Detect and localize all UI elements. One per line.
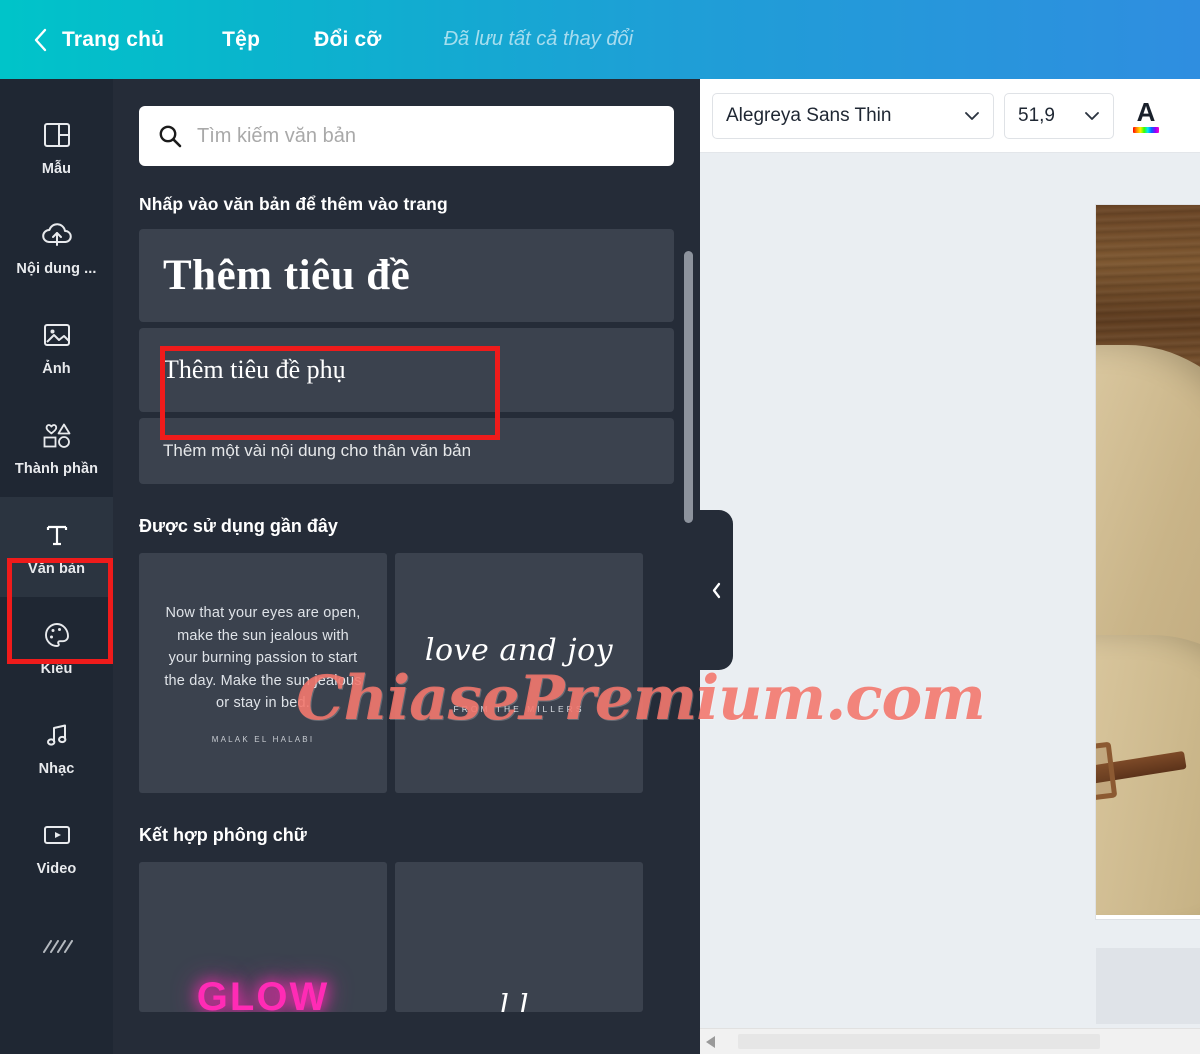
top-bar: Trang chủ Tệp Đổi cỡ Đã lưu tất cả thay … bbox=[0, 0, 1200, 79]
font-family-select[interactable]: Alegreya Sans Thin bbox=[712, 92, 994, 139]
color-gradient-bar bbox=[1133, 126, 1159, 133]
sidebar-item-uploads[interactable]: Nội dung ... bbox=[0, 197, 113, 297]
love-joy-card-text: love and joy bbox=[424, 632, 614, 668]
collapse-panel-button[interactable] bbox=[700, 510, 733, 670]
font-family-value: Alegreya Sans Thin bbox=[726, 104, 892, 126]
font-combo-script-card[interactable]: ll bbox=[395, 862, 643, 1012]
font-combinations-title: Kết hợp phông chữ bbox=[139, 825, 307, 845]
search-icon bbox=[157, 123, 183, 149]
horizontal-scrollbar[interactable] bbox=[700, 1028, 1200, 1054]
background-pattern-icon bbox=[40, 930, 74, 964]
canvas-bag-on-wood-photo[interactable] bbox=[1096, 205, 1200, 915]
recent-love-and-joy-card[interactable]: love and joy FROM THE MILLERS bbox=[395, 553, 643, 793]
preset-add-subheading[interactable]: Thêm tiêu đề phụ bbox=[139, 328, 674, 412]
search-box[interactable] bbox=[139, 106, 674, 166]
recently-used-title: Được sử dụng gần đây bbox=[139, 516, 338, 536]
sidebar-item-label: Kiểu bbox=[40, 660, 73, 677]
sidebar-item-audio[interactable]: Nhạc bbox=[0, 697, 113, 797]
sidebar-item-video[interactable]: Video bbox=[0, 797, 113, 897]
recent-quote-card[interactable]: Now that your eyes are open, make the su… bbox=[139, 553, 387, 793]
preset-add-body-text[interactable]: Thêm một vài nội dung cho thân văn bản bbox=[139, 418, 674, 484]
chevron-down-icon bbox=[1084, 111, 1100, 121]
sidebar-item-background[interactable] bbox=[0, 897, 113, 997]
panel-scrollbar-thumb[interactable] bbox=[684, 251, 693, 523]
nav-resize[interactable]: Đổi cỡ bbox=[314, 28, 381, 52]
sidebar-item-styles[interactable]: Kiểu bbox=[0, 597, 113, 697]
sidebar-item-label: Video bbox=[36, 860, 77, 877]
text-preset-list: Thêm tiêu đề Thêm tiêu đề phụ Thêm một v… bbox=[113, 229, 700, 484]
preset-label: Thêm một vài nội dung cho thân văn bản bbox=[163, 441, 472, 460]
next-page-placeholder[interactable] bbox=[1096, 948, 1200, 1024]
preset-label: Thêm tiêu đề bbox=[163, 252, 411, 299]
love-joy-card-author: FROM THE MILLERS bbox=[453, 703, 585, 714]
sidebar-item-text[interactable]: Văn bản bbox=[0, 497, 113, 597]
chevron-down-icon bbox=[964, 111, 980, 121]
design-page[interactable] bbox=[1096, 205, 1200, 919]
text-panel: Nhấp vào văn bản để thêm vào trang Thêm … bbox=[113, 79, 700, 1054]
font-size-select[interactable]: 51,9 bbox=[1004, 92, 1114, 139]
text-color-letter: A bbox=[1136, 96, 1156, 127]
quote-card-author: MALAK EL HALABI bbox=[211, 734, 315, 744]
text-color-A-icon[interactable]: A bbox=[1124, 93, 1168, 139]
sidebar-item-photos[interactable]: Ảnh bbox=[0, 297, 113, 397]
sidebar-item-elements[interactable]: Thành phần bbox=[0, 397, 113, 497]
sidebar-item-label: Ảnh bbox=[42, 360, 71, 377]
search-input[interactable] bbox=[197, 124, 656, 148]
canvas-area: Alegreya Sans Thin 51,9 A bbox=[700, 79, 1200, 1054]
horizontal-scrollbar-thumb[interactable] bbox=[738, 1034, 1100, 1049]
left-icon-rail: Mẫu Nội dung ... Ảnh Thành phần Văn bản … bbox=[0, 79, 113, 1054]
font-combo-neon-card[interactable]: GLOW bbox=[139, 862, 387, 1012]
add-text-hint: Nhấp vào văn bản để thêm vào trang bbox=[139, 194, 448, 214]
search-area bbox=[113, 79, 700, 166]
chevron-left-icon[interactable] bbox=[30, 27, 52, 53]
recently-used-grid: Now that your eyes are open, make the su… bbox=[113, 553, 700, 793]
cloud-upload-icon bbox=[40, 218, 74, 252]
font-combo-neon-text: GLOW bbox=[196, 975, 330, 1012]
video-icon bbox=[40, 818, 74, 852]
quote-card-text: Now that your eyes are open, make the su… bbox=[164, 605, 362, 712]
text-format-toolbar: Alegreya Sans Thin 51,9 A bbox=[700, 79, 1200, 153]
sidebar-item-label: Nhạc bbox=[38, 760, 75, 777]
chevron-left-icon bbox=[711, 582, 722, 599]
preset-label: Thêm tiêu đề phụ bbox=[163, 355, 346, 384]
preset-add-heading[interactable]: Thêm tiêu đề bbox=[139, 229, 674, 322]
nav-home[interactable]: Trang chủ bbox=[62, 28, 164, 52]
music-note-icon bbox=[40, 718, 74, 752]
nav-file[interactable]: Tệp bbox=[222, 28, 260, 52]
palette-icon bbox=[40, 618, 74, 652]
image-icon bbox=[40, 318, 74, 352]
scroll-left-arrow-icon[interactable] bbox=[706, 1036, 715, 1048]
canva-editor-window: Trang chủ Tệp Đổi cỡ Đã lưu tất cả thay … bbox=[0, 0, 1200, 1054]
shapes-icon bbox=[40, 418, 74, 452]
sidebar-item-label: Thành phần bbox=[14, 460, 99, 477]
font-combo-script-text: ll bbox=[499, 989, 539, 1012]
text-T-icon bbox=[40, 518, 74, 552]
sidebar-item-templates[interactable]: Mẫu bbox=[0, 97, 113, 197]
font-size-value: 51,9 bbox=[1018, 104, 1055, 126]
sidebar-item-label: Mẫu bbox=[41, 160, 72, 177]
panel-scrollbar[interactable] bbox=[684, 171, 693, 1054]
font-combinations-grid: GLOW ll bbox=[113, 862, 700, 1012]
templates-icon bbox=[40, 118, 74, 152]
sidebar-item-label: Nội dung ... bbox=[16, 260, 97, 277]
sidebar-item-label: Văn bản bbox=[27, 560, 86, 577]
save-status: Đã lưu tất cả thay đổi bbox=[443, 28, 634, 50]
design-stage[interactable] bbox=[700, 153, 1200, 1054]
